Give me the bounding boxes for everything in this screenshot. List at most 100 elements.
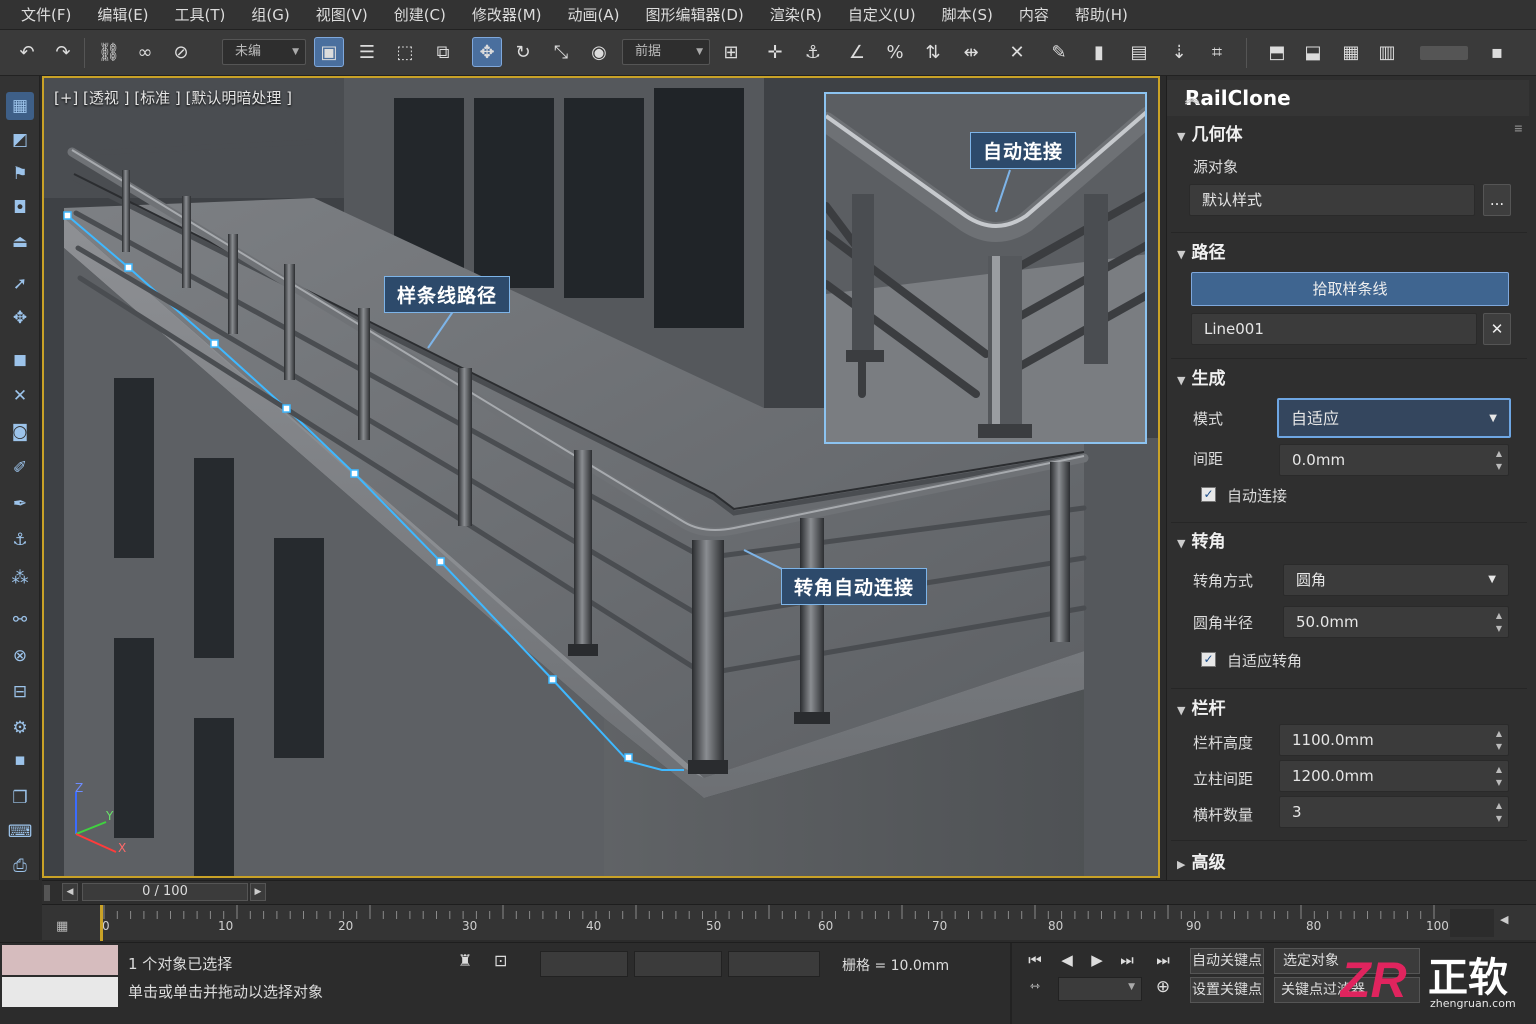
prev-frame-icon[interactable]: ◀ — [62, 883, 78, 901]
menu-item-9[interactable]: 渲染(R) — [757, 0, 835, 30]
go-to-start-icon[interactable]: ⏮ — [1022, 951, 1048, 973]
box-icon[interactable]: ◼ — [6, 346, 34, 374]
adaptive-corner-checkbox[interactable]: ✓ — [1201, 652, 1216, 667]
section-path[interactable]: ▼ 路径 — [1177, 238, 1527, 268]
current-frame-field[interactable]: ▼ — [1058, 977, 1142, 1001]
spinner-arrows-icon[interactable]: ▲ ▼ — [1492, 609, 1506, 635]
display-icon[interactable]: ⏏ — [6, 228, 34, 256]
coord-x-field[interactable] — [540, 951, 628, 977]
prev-key-icon[interactable]: ◀ — [1054, 951, 1080, 973]
next-frame-icon[interactable]: ▶ — [250, 883, 266, 901]
print-icon[interactable]: ⎙ — [6, 852, 34, 880]
window-icon[interactable]: ▪ — [1482, 37, 1512, 67]
auto-key-button[interactable]: 自动关键点 — [1190, 948, 1264, 974]
perspective-viewport[interactable]: [+] [透视 ] [标准 ] [默认明暗处理 ] 样条线路径 转角自动连接 Z… — [42, 76, 1160, 878]
undo-icon[interactable]: ↶ — [12, 37, 42, 67]
menu-item-4[interactable]: 视图(V) — [303, 0, 381, 30]
menu-item-5[interactable]: 创建(C) — [381, 0, 459, 30]
browse-button[interactable]: ... — [1483, 184, 1511, 216]
particles-icon[interactable]: ⁂ — [6, 564, 34, 592]
spinner-snap-icon[interactable]: ⇅ — [918, 37, 948, 67]
layer-icon[interactable]: ▮ — [1084, 37, 1114, 67]
menu-item-8[interactable]: 图形编辑器(D) — [633, 0, 757, 30]
spline-field[interactable]: Line001 — [1191, 313, 1477, 345]
render-frame-icon[interactable]: ▦ — [1336, 37, 1366, 67]
place-icon[interactable]: ◉ — [584, 37, 614, 67]
link-tool-icon[interactable]: ⚯ — [6, 606, 34, 634]
radius-spinner[interactable]: 50.0mm ▲ ▼ — [1283, 606, 1509, 638]
auto-connect-checkbox[interactable]: ✓ — [1201, 487, 1216, 502]
unlink-icon[interactable]: ⊘ — [166, 37, 196, 67]
rotate-icon[interactable]: ↻ — [508, 37, 538, 67]
keyboard-icon[interactable]: ⌨ — [6, 818, 34, 846]
set-key-button[interactable]: 设置关键点 — [1190, 977, 1264, 1003]
viewport-label[interactable]: [+] [透视 ] [标准 ] [默认明暗处理 ] — [54, 87, 292, 108]
curve-editor-icon[interactable]: ⇣ — [1164, 37, 1194, 67]
render-setup-icon[interactable]: ⬓ — [1298, 37, 1328, 67]
scale-icon[interactable]: ⤡ — [546, 37, 576, 67]
percent-snap-icon[interactable]: % — [880, 37, 910, 67]
menu-item-1[interactable]: 编辑(E) — [84, 0, 161, 30]
zoom-time-icon[interactable]: ⊕ — [1150, 977, 1176, 999]
maxscript-listener-pink[interactable] — [2, 945, 118, 975]
maxscript-listener-white[interactable] — [2, 977, 118, 1007]
eraser-icon[interactable]: ✐ — [6, 454, 34, 482]
pen-icon[interactable]: ✒ — [6, 490, 34, 518]
pick-spline-button[interactable]: 拾取样条线 — [1191, 272, 1509, 306]
isolate-icon[interactable]: ♜ — [458, 951, 472, 970]
spinner-arrows-icon[interactable]: ▲ ▼ — [1492, 799, 1506, 825]
named-set-dropdown[interactable]: 前据 ▼ — [622, 39, 710, 65]
align-icon[interactable]: ✕ — [1002, 37, 1032, 67]
bind-icon[interactable]: ⊗ — [6, 642, 34, 670]
menu-item-3[interactable]: 组(G) — [238, 0, 302, 30]
timeline-ruler[interactable]: ▦ 0 10 20 30 40 50 60 70 80 90 80 100 ◀ — [42, 904, 1536, 941]
frame-counter[interactable]: 0 / 100 — [82, 883, 248, 901]
copy-icon[interactable]: ❐ — [6, 784, 34, 812]
time-marker[interactable] — [100, 905, 103, 941]
clear-spline-button[interactable]: ✕ — [1483, 313, 1511, 345]
small-square-icon[interactable]: ▪ — [6, 746, 34, 774]
menu-item-2[interactable]: 工具(T) — [162, 0, 239, 30]
region-select-icon[interactable]: ⬚ — [390, 37, 420, 67]
select-object-icon[interactable]: ▣ — [314, 37, 344, 67]
collapse-icon[interactable]: ︽ — [1185, 88, 1515, 108]
coord-z-field[interactable] — [728, 951, 820, 977]
post-spacing-spinner[interactable]: 1200.0mm ▲ ▼ — [1279, 760, 1509, 792]
spinner-arrows-icon[interactable]: ▲ ▼ — [1492, 727, 1506, 753]
slider-grip-icon[interactable] — [44, 885, 50, 901]
camera-icon[interactable]: ◙ — [6, 418, 34, 446]
pivot-icon[interactable]: ⊞ — [716, 37, 746, 67]
timeline-config-icon[interactable]: ▦ — [56, 919, 68, 934]
redo-icon[interactable]: ↷ — [48, 37, 78, 67]
modify-panel-icon[interactable]: ◩ — [6, 126, 34, 154]
render-icon[interactable]: ▥ — [1372, 37, 1402, 67]
menu-item-6[interactable]: 修改器(M) — [459, 0, 555, 30]
snap-move-icon[interactable]: ✛ — [760, 37, 790, 67]
scene-explorer-icon[interactable]: ▤ — [1124, 37, 1154, 67]
section-corner[interactable]: ▼ 转角 — [1177, 527, 1527, 557]
source-object-field[interactable]: 默认样式 — [1189, 184, 1475, 216]
section-generate[interactable]: ▼ 生成 — [1177, 364, 1527, 394]
select-link-icon[interactable]: ⛓ — [94, 37, 124, 67]
menu-item-12[interactable]: 内容 — [1006, 0, 1062, 30]
material-editor-icon[interactable]: ⬒ — [1262, 37, 1292, 67]
menu-item-11[interactable]: 脚本(S) — [929, 0, 1006, 30]
spinner-arrows-icon[interactable]: ▲ ▼ — [1492, 447, 1506, 473]
arrow-icon[interactable]: ➚ — [6, 270, 34, 298]
timeline-collapse-icon[interactable]: ◀ — [1500, 913, 1508, 926]
motion-icon[interactable]: ◘ — [6, 194, 34, 222]
select-by-name-icon[interactable]: ☰ — [352, 37, 382, 67]
paint-icon[interactable]: ✎ — [1044, 37, 1074, 67]
move-icon[interactable]: ✥ — [472, 37, 502, 67]
section-geometry[interactable]: ▼ 几何体 ≡ — [1177, 120, 1527, 150]
create-panel-icon[interactable]: ▦ — [6, 92, 34, 120]
cross-icon[interactable]: ✕ — [6, 382, 34, 410]
play-icon[interactable]: ▶ — [1084, 951, 1110, 973]
grip-icon[interactable]: ≡ — [1514, 122, 1523, 135]
menu-item-0[interactable]: 文件(F) — [8, 0, 84, 30]
snap-icon[interactable]: ⚓ — [798, 37, 828, 67]
frame-icon[interactable]: ⊟ — [6, 678, 34, 706]
schematic-icon[interactable]: ⌗ — [1202, 37, 1232, 67]
menu-item-10[interactable]: 自定义(U) — [835, 0, 929, 30]
mode-dropdown[interactable]: 自适应 ▼ — [1277, 398, 1511, 438]
